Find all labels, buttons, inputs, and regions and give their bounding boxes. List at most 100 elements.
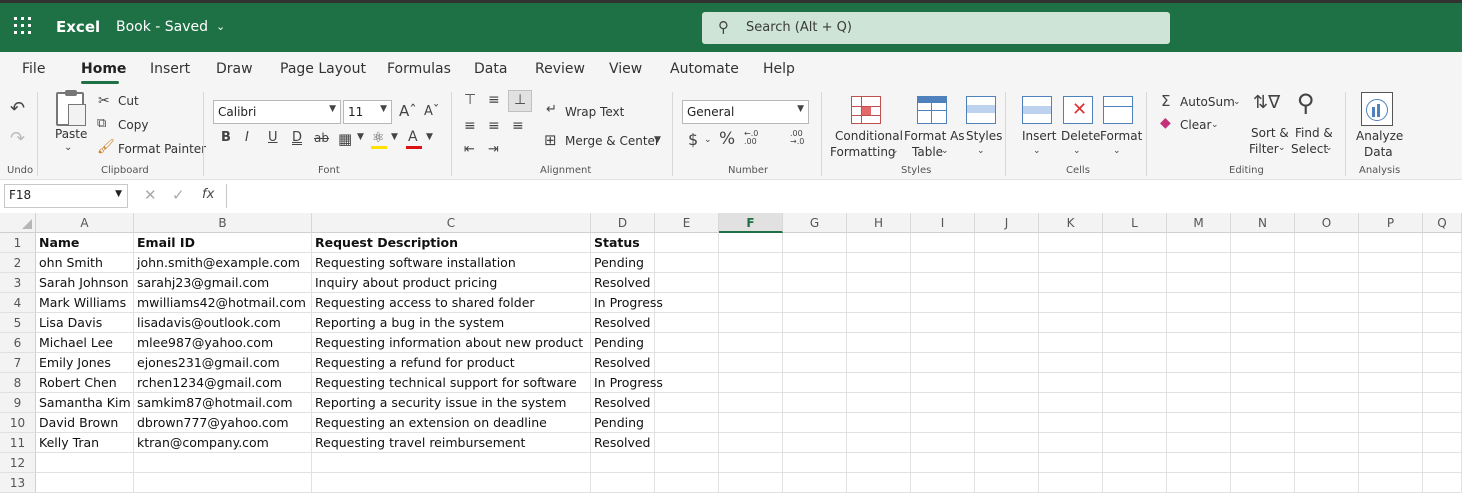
find-select-label-2[interactable]: Select [1291,142,1328,156]
cell-q2[interactable] [1423,253,1462,273]
cell-n5[interactable] [1231,313,1295,333]
paste-button[interactable]: Paste [55,127,87,141]
cell-p5[interactable] [1359,313,1423,333]
font-family-select[interactable]: Calibri ▼ [213,100,341,124]
chevron-down-icon[interactable]: ⌄ [891,146,899,156]
cell-g1[interactable] [783,233,847,253]
row-header-2[interactable]: 2 [0,253,36,273]
tab-draw[interactable]: Draw [216,61,253,77]
cell-n7[interactable] [1231,353,1295,373]
cell-g2[interactable] [783,253,847,273]
cell-j5[interactable] [975,313,1039,333]
cell-h12[interactable] [847,453,911,473]
cell-e7[interactable] [655,353,719,373]
column-header-k[interactable]: K [1039,213,1103,233]
cell-j9[interactable] [975,393,1039,413]
chevron-down-icon[interactable]: ▼ [391,132,398,142]
cell-l3[interactable] [1103,273,1167,293]
align-middle-icon[interactable]: ≡ [488,92,500,108]
cell-g9[interactable] [783,393,847,413]
cell-a13[interactable] [36,473,134,493]
cell-k12[interactable] [1039,453,1103,473]
cell-f7[interactable] [719,353,783,373]
cell-m2[interactable] [1167,253,1231,273]
cell-b7[interactable]: ejones231@gmail.com [134,353,312,373]
cell-m12[interactable] [1167,453,1231,473]
cell-a12[interactable] [36,453,134,473]
cell-e9[interactable] [655,393,719,413]
cell-b8[interactable]: rchen1234@gmail.com [134,373,312,393]
cell-k10[interactable] [1039,413,1103,433]
cell-p1[interactable] [1359,233,1423,253]
cell-i5[interactable] [911,313,975,333]
chevron-down-icon[interactable]: ⌄ [1278,143,1286,153]
cell-i6[interactable] [911,333,975,353]
cell-n8[interactable] [1231,373,1295,393]
find-select-label-1[interactable]: Find & [1295,126,1333,140]
copy-button[interactable]: Copy [118,118,148,132]
cell-k7[interactable] [1039,353,1103,373]
cell-k9[interactable] [1039,393,1103,413]
column-header-i[interactable]: I [911,213,975,233]
cell-l8[interactable] [1103,373,1167,393]
borders-icon[interactable]: ▦ [338,130,352,148]
chevron-down-icon[interactable]: ⌄ [1033,146,1041,156]
cell-q9[interactable] [1423,393,1462,413]
cell-d7[interactable]: Resolved [591,353,655,373]
underline-button[interactable]: U [268,130,278,145]
cell-b13[interactable] [134,473,312,493]
sort-filter-label-2[interactable]: Filter [1249,142,1279,156]
cell-b1[interactable]: Email ID [134,233,312,253]
cell-m9[interactable] [1167,393,1231,413]
cell-h10[interactable] [847,413,911,433]
cell-i11[interactable] [911,433,975,453]
column-header-d[interactable]: D [591,213,655,233]
cell-h3[interactable] [847,273,911,293]
cell-n4[interactable] [1231,293,1295,313]
cell-e13[interactable] [655,473,719,493]
cell-l9[interactable] [1103,393,1167,413]
row-header-1[interactable]: 1 [0,233,36,253]
tab-automate[interactable]: Automate [670,61,739,77]
cell-i13[interactable] [911,473,975,493]
chevron-down-icon[interactable]: ⌄ [1325,143,1333,153]
cell-o12[interactable] [1295,453,1359,473]
cell-n2[interactable] [1231,253,1295,273]
chevron-down-icon[interactable]: ⌄ [704,135,712,145]
cell-c1[interactable]: Request Description [312,233,591,253]
cell-p10[interactable] [1359,413,1423,433]
cell-d2[interactable]: Pending [591,253,655,273]
cell-o6[interactable] [1295,333,1359,353]
cell-c11[interactable]: Requesting travel reimbursement [312,433,591,453]
cell-d3[interactable]: Resolved [591,273,655,293]
cell-n10[interactable] [1231,413,1295,433]
cell-n6[interactable] [1231,333,1295,353]
cell-f1[interactable] [719,233,783,253]
strikethrough-button[interactable]: ab [314,131,329,145]
row-header-10[interactable]: 10 [0,413,36,433]
cell-n3[interactable] [1231,273,1295,293]
fill-color-icon[interactable]: ⚛ [372,130,385,146]
decrease-indent-icon[interactable]: ⇤ [464,142,475,157]
cell-f9[interactable] [719,393,783,413]
cell-b3[interactable]: sarahj23@gmail.com [134,273,312,293]
chevron-down-icon[interactable]: ⌄ [1113,146,1121,156]
analyze-data-icon[interactable] [1361,92,1393,126]
cell-l10[interactable] [1103,413,1167,433]
column-header-f[interactable]: F [719,213,783,233]
cell-a2[interactable]: ohn Smith [36,253,134,273]
column-header-o[interactable]: O [1295,213,1359,233]
column-header-b[interactable]: B [134,213,312,233]
cell-q12[interactable] [1423,453,1462,473]
cell-c13[interactable] [312,473,591,493]
cell-q1[interactable] [1423,233,1462,253]
cell-o7[interactable] [1295,353,1359,373]
cell-c4[interactable]: Requesting access to shared folder [312,293,591,313]
insert-cells-icon[interactable] [1022,96,1052,124]
cell-m6[interactable] [1167,333,1231,353]
tab-review[interactable]: Review [535,61,585,77]
redo-icon[interactable]: ↷ [10,128,25,149]
row-header-12[interactable]: 12 [0,453,36,473]
cell-f5[interactable] [719,313,783,333]
cell-j8[interactable] [975,373,1039,393]
